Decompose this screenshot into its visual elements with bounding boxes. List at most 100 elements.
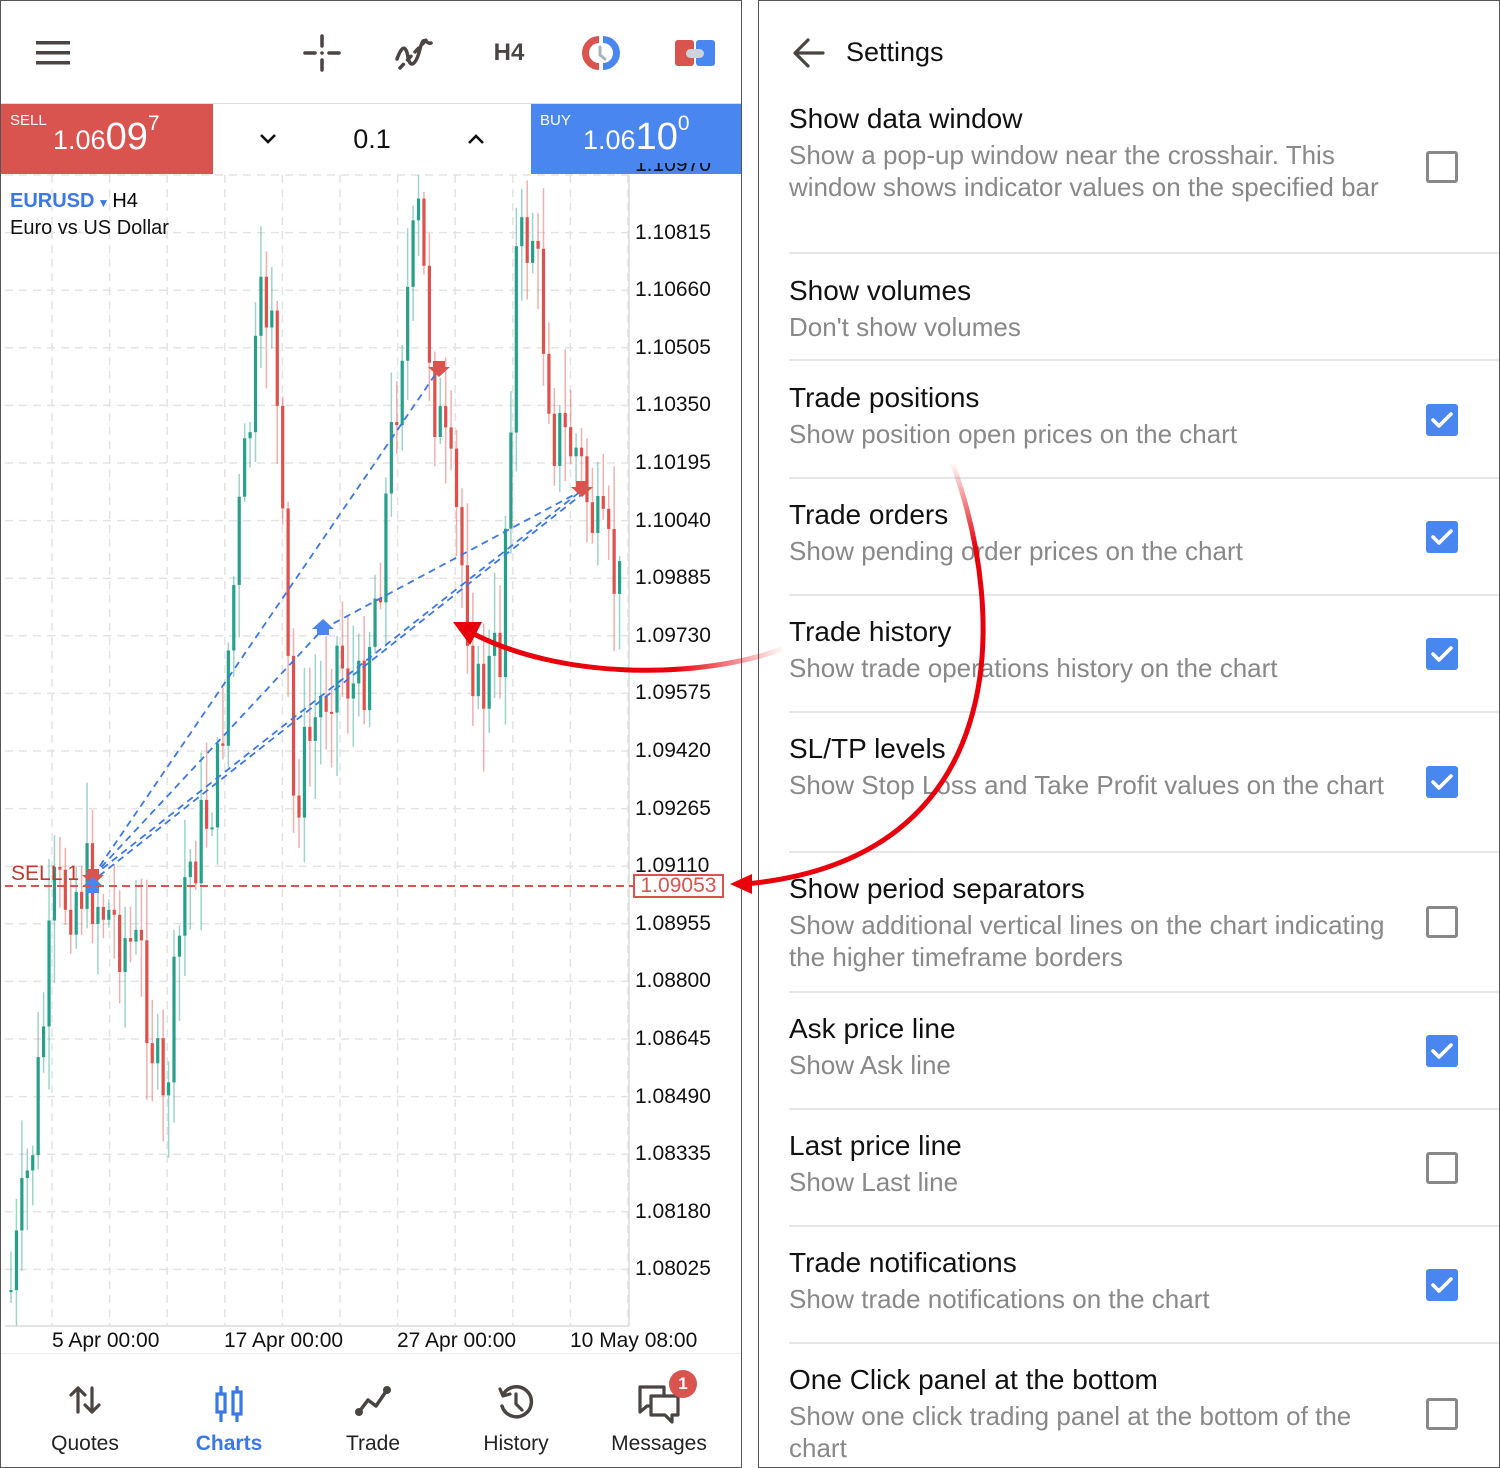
chart-timeframe: H4	[112, 190, 138, 212]
nav-charts[interactable]: Charts	[155, 1354, 303, 1467]
candle-body	[156, 1038, 160, 1064]
candle-body	[585, 456, 589, 503]
candle-body	[47, 920, 51, 1027]
candle-body	[329, 711, 334, 714]
candle-body	[579, 447, 584, 457]
setting-title: Trade positions	[789, 382, 980, 413]
candle-body	[373, 598, 377, 647]
candle-body	[118, 914, 122, 972]
setting-description: Show a pop-up window near the crosshair.…	[789, 140, 1379, 202]
setting-description: Show Last line	[789, 1167, 959, 1197]
y-tick-label: 1.10505	[635, 335, 711, 359]
bottom-navigation: Quotes Charts Trade History 1 Messages	[1, 1353, 741, 1467]
candle-body	[80, 891, 84, 909]
trade-history-line	[92, 368, 440, 877]
candle-body	[199, 799, 203, 884]
divider	[789, 1108, 1499, 1110]
y-tick-label: 1.10195	[635, 451, 711, 474]
x-tick-label: 17 Apr 00:00	[224, 1329, 344, 1352]
setting-description: Show trade operations history on the cha…	[789, 653, 1278, 683]
candle-body	[150, 1043, 154, 1064]
checkmark-icon	[1431, 646, 1453, 662]
trade-graph-icon	[353, 1384, 393, 1423]
candle-body	[183, 877, 187, 936]
chart-screen: H4 SELL 1.06097 0.1 BUY 1.06100 EURUSD ▼…	[0, 0, 742, 1468]
checkbox-checked[interactable]	[1426, 1269, 1458, 1301]
setting-title: Trade notifications	[789, 1247, 1017, 1278]
symbol-name: EURUSD	[10, 190, 95, 212]
divider	[789, 252, 1499, 254]
candle-body	[476, 663, 480, 697]
candle-body	[340, 645, 345, 669]
y-tick-label: 1.08955	[635, 911, 711, 935]
setting-title: Show data window	[789, 103, 1023, 134]
nav-history[interactable]: History	[442, 1354, 590, 1467]
candle-body	[607, 508, 611, 529]
candle-body	[460, 507, 464, 566]
nav-trade[interactable]: Trade	[299, 1354, 447, 1467]
candle-body	[177, 935, 182, 957]
candle-body	[509, 432, 513, 529]
nav-quotes[interactable]: Quotes	[11, 1354, 159, 1467]
checkmark-icon	[1431, 412, 1453, 428]
y-tick-label: 1.08180	[635, 1199, 711, 1223]
setting-title: Show period separators	[789, 873, 1085, 904]
candle-body	[569, 427, 573, 457]
checkmark-icon	[1431, 529, 1453, 545]
candle-body	[270, 310, 274, 328]
candle-body	[612, 528, 616, 594]
candle-body	[259, 276, 263, 336]
candle-body	[525, 217, 529, 263]
candle-body	[145, 940, 149, 1044]
candle-body	[558, 412, 562, 466]
candle-body	[313, 717, 317, 741]
trade-history-line	[322, 490, 582, 630]
candle-body	[411, 220, 415, 287]
checkbox-checked[interactable]	[1426, 638, 1458, 670]
checkbox-checked[interactable]	[1426, 521, 1458, 553]
candle-body	[112, 909, 116, 915]
setting-title: One Click panel at the bottom	[789, 1364, 1158, 1395]
setting-description: Don't show volumes	[789, 312, 1021, 342]
candle-body	[297, 795, 301, 818]
candle-body	[31, 1155, 35, 1171]
candle-body	[536, 240, 540, 249]
setting-description: Show one click trading panel at the bott…	[789, 1401, 1352, 1463]
symbol-description: Euro vs US Dollar	[10, 217, 169, 239]
setting-description: Show Stop Loss and Take Profit values on…	[789, 770, 1384, 800]
checkbox-unchecked[interactable]	[1426, 1152, 1458, 1184]
candle-body	[9, 1290, 13, 1293]
checkbox-unchecked[interactable]	[1426, 906, 1458, 938]
candle-body	[319, 695, 323, 718]
candle-body	[563, 412, 567, 428]
y-tick-label: 1.09575	[635, 681, 711, 705]
candle-body	[14, 1230, 19, 1291]
checkbox-checked[interactable]	[1426, 1035, 1458, 1067]
y-tick-label: 1.08800	[635, 969, 711, 993]
back-button[interactable]	[791, 35, 827, 71]
checkbox-unchecked[interactable]	[1426, 1398, 1458, 1430]
y-tick-label: 1.09730	[635, 623, 711, 647]
y-tick-label: 1.10660	[635, 278, 711, 302]
checkbox-checked[interactable]	[1426, 404, 1458, 436]
checkbox-checked[interactable]	[1426, 766, 1458, 798]
candle-body	[291, 655, 296, 796]
candle-body	[42, 1026, 46, 1058]
checkbox-unchecked[interactable]	[1426, 151, 1458, 183]
candle-body	[172, 956, 176, 1083]
candle-body	[253, 335, 258, 433]
nav-messages[interactable]: 1 Messages	[585, 1354, 733, 1467]
divider	[789, 1342, 1499, 1344]
arrow-left-icon	[793, 38, 825, 68]
setting-description: Show position open prices on the chart	[789, 419, 1238, 449]
symbol-selector[interactable]: EURUSD ▼ H4	[10, 190, 138, 213]
candle-body	[248, 432, 252, 439]
candle-body	[514, 246, 518, 433]
candle-body	[308, 726, 312, 741]
candle-body	[20, 1178, 24, 1231]
settings-title: Settings	[846, 37, 944, 67]
candle-body	[194, 861, 198, 884]
candle-body	[275, 310, 279, 406]
candle-body	[406, 286, 410, 361]
settings-header: Settings	[759, 1, 1499, 101]
